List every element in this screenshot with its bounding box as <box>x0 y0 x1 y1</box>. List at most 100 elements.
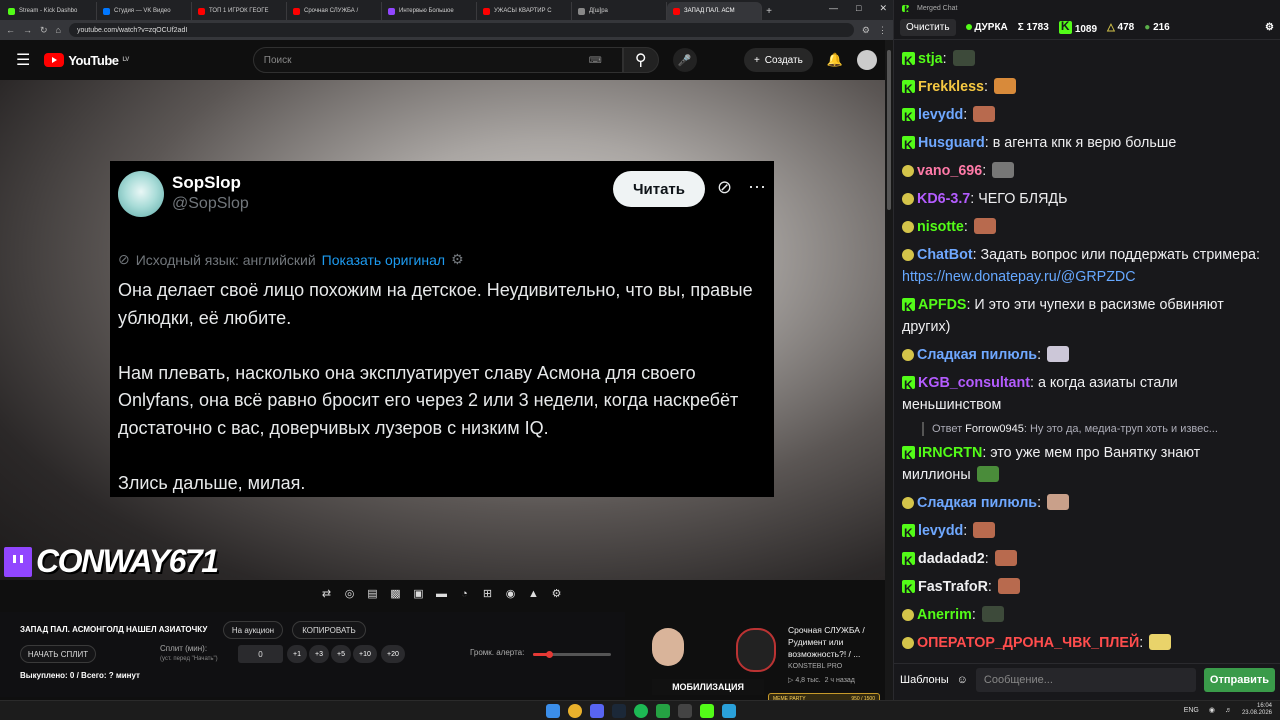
chat-username[interactable]: APFDS <box>918 297 966 313</box>
steam-icon[interactable] <box>612 704 626 718</box>
browser-tab[interactable]: ЗАПАД ПАЛ. АСМ <box>667 2 762 20</box>
clear-button[interactable]: Очистить <box>900 19 956 36</box>
grok-icon[interactable]: ⊘ <box>717 177 732 198</box>
emoji-icon[interactable]: ☺ <box>957 674 968 686</box>
scrollbar-thumb[interactable] <box>887 50 891 210</box>
volume-icon[interactable]: ♬ <box>1225 707 1232 714</box>
chat-username[interactable]: IRNCRTN <box>918 445 982 461</box>
chat-username[interactable]: vano_696 <box>917 163 982 179</box>
obs-icon[interactable] <box>678 704 692 718</box>
youtube-logo[interactable]: YouTube LV <box>44 53 129 68</box>
loop-icon[interactable]: ⇄ <box>318 585 335 602</box>
video-title[interactable]: Срочная СЛУЖБА / Рудимент или возможност… <box>788 624 884 660</box>
xbox-icon[interactable] <box>656 704 670 718</box>
chat-username[interactable]: nisotte <box>917 219 964 235</box>
video-thumbnail[interactable]: МОБИЛИЗАЦИЯ <box>632 622 784 695</box>
voice-search-button[interactable]: 🎤 <box>672 48 697 72</box>
wifi-icon[interactable]: ◉ <box>1209 706 1215 714</box>
broadcast-icon[interactable]: ◎ <box>341 585 358 602</box>
increment-button[interactable]: +20 <box>381 645 405 663</box>
chat-username[interactable]: ChatBot <box>917 247 973 263</box>
search-button[interactable]: ⚲ <box>622 47 659 73</box>
settings-icon[interactable]: ⚙ <box>548 585 565 602</box>
start-icon[interactable] <box>546 704 560 718</box>
chrome-icon[interactable] <box>568 704 582 718</box>
add-icon[interactable]: ⊞ <box>479 585 496 602</box>
subtitles-icon[interactable]: ▤ <box>364 585 381 602</box>
minimize-icon[interactable]: — <box>829 3 838 14</box>
channel-name[interactable]: KONSTEBL PRO <box>788 663 842 670</box>
chat-username[interactable]: Anerrim <box>917 607 972 623</box>
increment-button[interactable]: +5 <box>331 645 351 663</box>
notifications-bell-icon[interactable]: 🔔 <box>827 52 843 68</box>
browser-tab[interactable]: Д[ш]ра <box>572 2 667 20</box>
clock[interactable]: 16:04 23.08.2026 <box>1242 703 1272 717</box>
browser-tab[interactable]: Stream - Kick Dashbo <box>2 2 97 20</box>
chat-username[interactable]: Frekkless <box>918 79 984 95</box>
video-player[interactable]: SopSlop @SopSlop Читать ⊘ ⋯ ⊘ Исходный я… <box>0 80 885 580</box>
reply-user[interactable]: Forrow0945 <box>965 423 1024 435</box>
avatar[interactable] <box>857 50 877 70</box>
chat-username[interactable]: levydd <box>918 523 963 539</box>
create-button[interactable]: + Создать <box>743 48 813 72</box>
chat-username[interactable]: stja <box>918 51 943 67</box>
lab-icon[interactable]: ▲ <box>525 585 542 602</box>
chat-username[interactable]: KD6-3.7 <box>917 191 970 207</box>
chat-username[interactable]: levydd <box>918 107 963 123</box>
menu-hamburger-icon[interactable]: ☰ <box>16 50 30 70</box>
browser-tab[interactable]: Срочная СЛУЖБА / <box>287 2 382 20</box>
chat-link[interactable]: https://new.donatepay.ru/@GRPZDC <box>902 269 1136 285</box>
maximize-icon[interactable]: □ <box>856 3 861 14</box>
search-input[interactable]: Поиск ⌨ <box>252 47 623 73</box>
message-input[interactable]: Сообщение... <box>975 668 1196 692</box>
forward-icon[interactable]: → <box>23 25 32 35</box>
speed-icon[interactable]: ◔ <box>456 585 473 602</box>
keyboard-icon[interactable]: ⌨ <box>589 55 602 66</box>
screenshot-icon[interactable]: ◉ <box>502 585 519 602</box>
discord-icon[interactable] <box>590 704 604 718</box>
recommended-video[interactable]: МОБИЛИЗАЦИЯ Срочная СЛУЖБА / Рудимент ил… <box>632 622 887 697</box>
chat-username[interactable]: Сладкая пилюль <box>917 495 1037 511</box>
telegram-icon[interactable] <box>722 704 736 718</box>
chat-username[interactable]: KGB_consultant <box>918 375 1030 391</box>
chat-username[interactable]: ОПЕРАТОР_ДРОНА_ЧВК_ПЛЕЙ <box>917 635 1139 651</box>
new-tab-button[interactable]: + <box>762 2 776 20</box>
slider-knob[interactable] <box>545 651 553 658</box>
more-icon[interactable]: ⋯ <box>748 177 766 198</box>
split-minutes-input[interactable]: 0 <box>238 645 283 663</box>
settings-gear-icon[interactable]: ⚙ <box>451 251 464 268</box>
url-field[interactable]: youtube.com/watch?v=zqOCUf2adI <box>68 23 854 37</box>
extensions-icon[interactable]: ⚙ <box>862 25 870 36</box>
chat-username[interactable]: FasTrafoR <box>918 579 988 595</box>
increment-button[interactable]: +1 <box>287 645 307 663</box>
copy-button[interactable]: КОПИРОВАТЬ <box>292 621 366 639</box>
kick-app-icon[interactable] <box>700 704 714 718</box>
home-icon[interactable]: ⌂ <box>56 25 61 35</box>
close-icon[interactable]: ✕ <box>879 3 887 14</box>
on-auction-button[interactable]: На аукцион <box>223 621 283 639</box>
increment-button[interactable]: +3 <box>309 645 329 663</box>
start-split-button[interactable]: НАЧАТЬ СПЛИТ <box>20 645 96 663</box>
send-button[interactable]: Отправить <box>1203 668 1275 692</box>
language-indicator[interactable]: ENG <box>1184 707 1199 714</box>
chat-username[interactable]: Husguard <box>918 135 985 151</box>
templates-button[interactable]: Шаблоны <box>900 674 949 686</box>
alert-volume-slider[interactable] <box>533 651 611 658</box>
browser-tab[interactable]: Студия — VK Видео <box>97 2 192 20</box>
spotify-icon[interactable] <box>634 704 648 718</box>
show-original-link[interactable]: Показать оригинал <box>322 252 445 268</box>
browser-tab[interactable]: ТОП 1 ИГРОК ГЕОГЕ <box>192 2 287 20</box>
clip-icon[interactable]: ▩ <box>387 585 404 602</box>
menu-icon[interactable]: ⋮ <box>878 25 887 36</box>
page-scrollbar[interactable] <box>885 40 893 700</box>
browser-tab[interactable]: УЖАСЫ КВАРТИР С <box>477 2 572 20</box>
increment-button[interactable]: +10 <box>353 645 377 663</box>
chat-username[interactable]: dadadad2 <box>918 551 985 567</box>
read-button[interactable]: Читать <box>613 171 705 207</box>
chat-settings-icon[interactable]: ⚙ <box>1265 22 1274 33</box>
browser-tab[interactable]: Интервью Большое <box>382 2 477 20</box>
theater-icon[interactable]: ▬ <box>433 585 450 602</box>
chat-username[interactable]: Сладкая пилюль <box>917 347 1037 363</box>
reload-icon[interactable]: ↻ <box>40 25 48 36</box>
back-icon[interactable]: ← <box>6 25 15 35</box>
